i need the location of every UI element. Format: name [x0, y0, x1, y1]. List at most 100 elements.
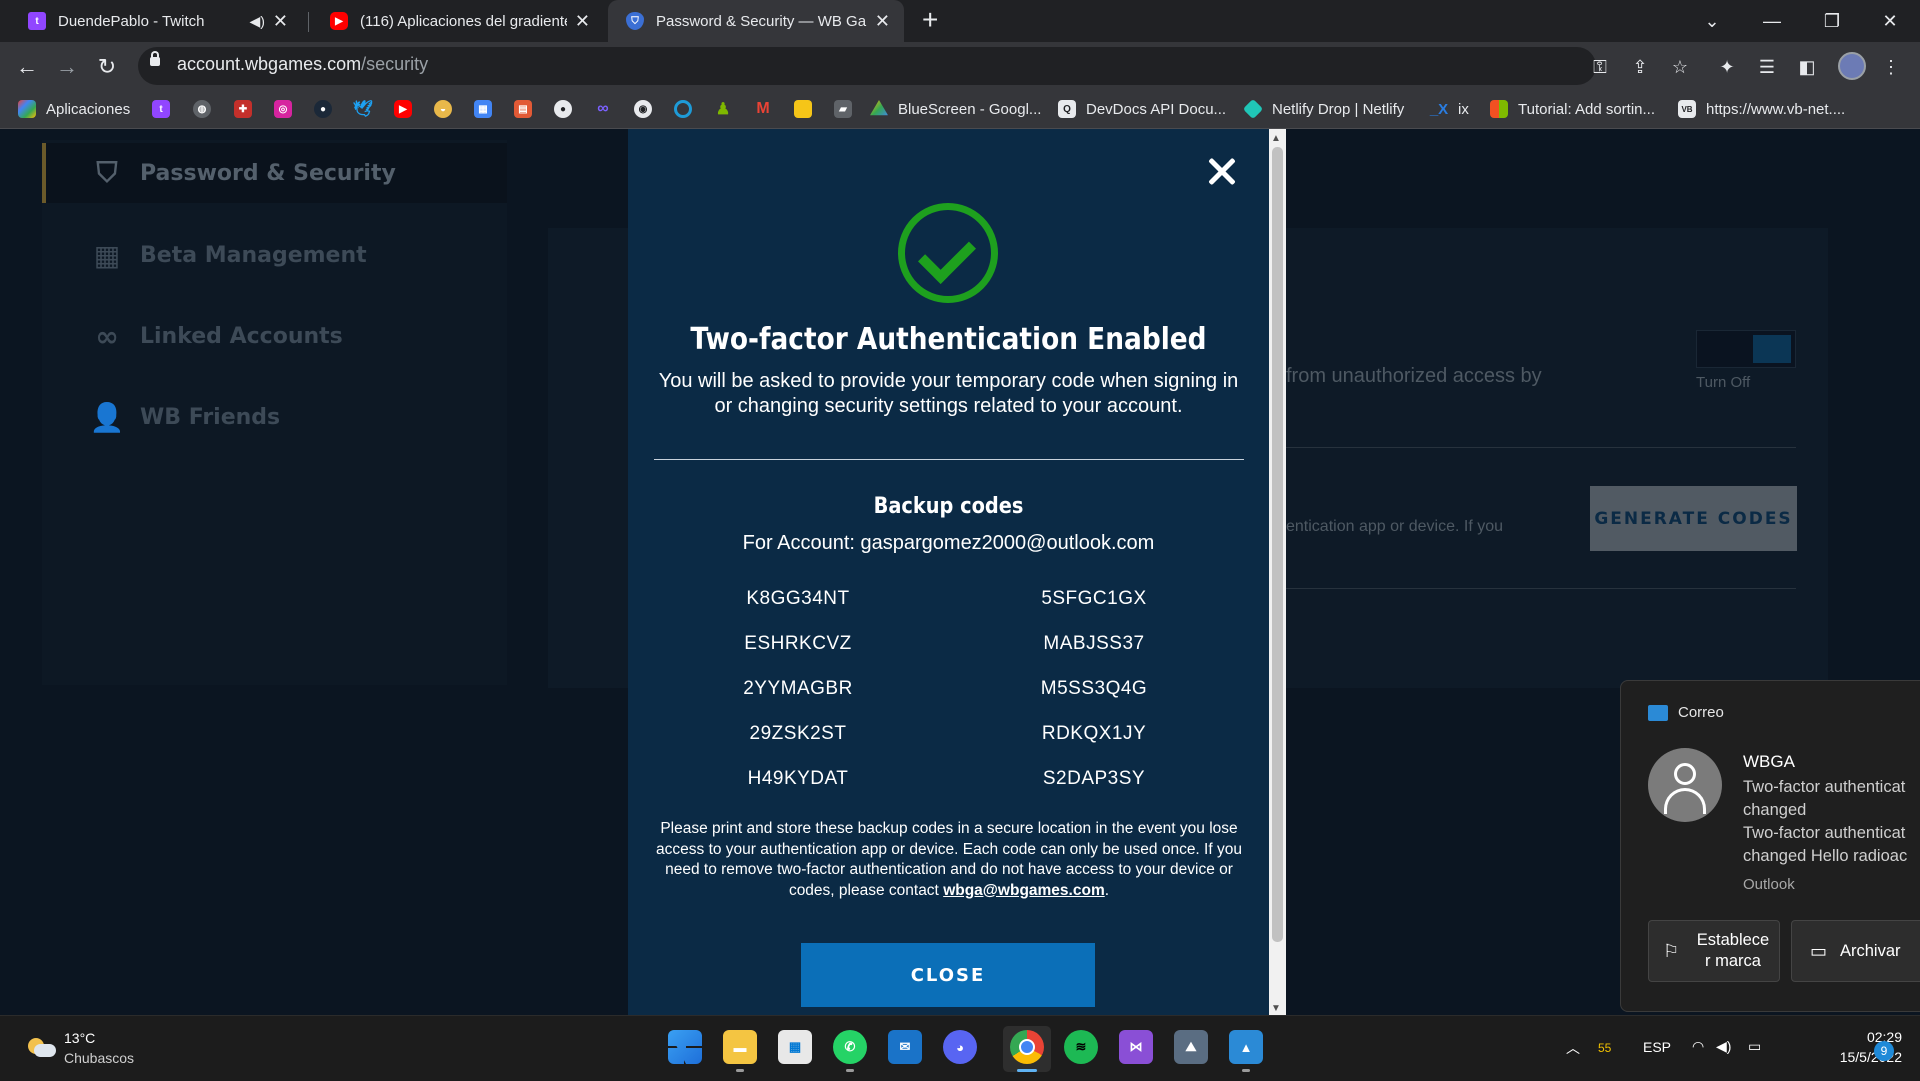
store-icon[interactable]: ▦: [778, 1030, 812, 1064]
backup-codes-note: Please print and store these backup code…: [656, 820, 1242, 899]
discord-icon[interactable]: ◕: [943, 1030, 977, 1064]
generate-codes-button[interactable]: GENERATE CODES: [1590, 486, 1797, 551]
sidebar-item-wb-friends[interactable]: 👤 WB Friends: [90, 397, 281, 437]
lock-icon[interactable]: [150, 51, 160, 66]
monitor-icon[interactable]: ⛰: [1174, 1030, 1208, 1064]
photos-icon[interactable]: ▲: [1229, 1030, 1263, 1064]
vbnet-icon: VB: [1678, 100, 1696, 118]
sidebar-item-password-security[interactable]: ⛉ Password & Security: [92, 153, 395, 193]
tray-count[interactable]: 55: [1598, 1041, 1611, 1055]
media-control-icon[interactable]: ☰: [1752, 52, 1782, 82]
github-icon[interactable]: ●: [554, 100, 572, 118]
archive-icon: ▭: [1810, 941, 1828, 961]
support-email-link[interactable]: wbga@wbgames.com: [943, 882, 1105, 899]
scroll-down-arrow-icon[interactable]: ▼: [1271, 1003, 1281, 1014]
twitch-icon[interactable]: t: [152, 100, 170, 118]
window-close-icon[interactable]: ✕: [1860, 0, 1920, 42]
gmail-icon[interactable]: M: [754, 100, 772, 118]
side-panel-icon[interactable]: ◧: [1792, 52, 1822, 82]
backup-code: K8GG34NT: [746, 588, 850, 609]
twitter-icon[interactable]: 🕊: [353, 100, 373, 118]
back-icon[interactable]: ←: [12, 52, 42, 82]
flag-icon: ⚐: [1663, 941, 1680, 961]
instagram-icon[interactable]: ◎: [274, 100, 292, 118]
sidebar-item-beta-management[interactable]: ▦ Beta Management: [92, 235, 367, 275]
bookmark-star-icon[interactable]: ☆: [1665, 52, 1695, 82]
close-tab-icon[interactable]: ✕: [875, 11, 890, 32]
menu-kebab-icon[interactable]: ⋮: [1876, 52, 1906, 82]
flag-icon[interactable]: ✚: [234, 100, 252, 118]
set-flag-button[interactable]: ⚐ Establece r marca: [1648, 920, 1780, 982]
visual-studio-icon[interactable]: ⋈: [1119, 1030, 1153, 1064]
close-tab-icon[interactable]: ✕: [273, 11, 288, 32]
whatsapp-icon[interactable]: ✆: [833, 1030, 867, 1064]
bookmark-ix[interactable]: _X ix: [1430, 96, 1469, 122]
share-icon[interactable]: ⇪: [1625, 52, 1655, 82]
steam-icon[interactable]: ●: [314, 100, 332, 118]
infinity-icon[interactable]: ∞: [594, 100, 612, 118]
bookmark-apps[interactable]: Aplicaciones: [18, 96, 130, 122]
notification-source: Outlook: [1743, 876, 1795, 893]
tab-wb-security[interactable]: ⛉ Password & Security — WB Gam ✕: [608, 0, 904, 42]
backup-code: H49KYDAT: [747, 768, 849, 789]
two-factor-toggle[interactable]: [1696, 330, 1796, 368]
bookmark-netlify[interactable]: Netlify Drop | Netlify: [1242, 96, 1404, 122]
scroll-up-arrow-icon[interactable]: ▲: [1271, 133, 1281, 144]
extensions-icon[interactable]: ✦: [1712, 52, 1742, 82]
close-tab-icon[interactable]: ✕: [575, 11, 590, 32]
coin-icon[interactable]: ◒: [434, 100, 452, 118]
toggle-knob: [1753, 335, 1791, 363]
tray-overflow-icon[interactable]: ︿: [1566, 1038, 1580, 1058]
notification-sender: WBGA: [1743, 752, 1795, 771]
notification-app: Correo: [1648, 704, 1724, 721]
weather-icon[interactable]: [26, 1030, 56, 1060]
notes-icon[interactable]: ▦: [474, 100, 492, 118]
backup-code: MABJSS37: [1043, 633, 1145, 654]
weather-temperature[interactable]: 13°C: [64, 1030, 95, 1046]
tab-youtube[interactable]: ▶ (116) Aplicaciones del gradiente ✕: [312, 0, 604, 42]
toggle-label: Turn Off: [1696, 374, 1751, 391]
key-icon[interactable]: ⚿: [1585, 52, 1615, 82]
profile-avatar[interactable]: [1838, 52, 1866, 80]
circle-logo-icon[interactable]: ◉: [634, 100, 652, 118]
tab-twitch[interactable]: t DuendePablo - Twitch ◀) ✕: [10, 0, 302, 42]
tab-search-icon[interactable]: ⌄: [1682, 0, 1742, 42]
sidebar-item-linked-accounts[interactable]: ∞ Linked Accounts: [92, 316, 342, 356]
folder-icon[interactable]: ▰: [834, 100, 852, 118]
archive-button[interactable]: ▭ Archivar: [1791, 920, 1920, 982]
speaker-icon[interactable]: ◀): [249, 13, 264, 30]
new-tab-icon[interactable]: +: [922, 4, 938, 36]
modal-close-icon[interactable]: [1202, 152, 1242, 192]
cortana-icon[interactable]: [674, 100, 692, 118]
forward-icon[interactable]: →: [52, 52, 82, 82]
scrollbar-thumb[interactable]: [1272, 147, 1283, 942]
microsoft-icon: [1490, 100, 1508, 118]
volume-icon[interactable]: ◀): [1716, 1038, 1731, 1055]
restore-icon[interactable]: ❐: [1802, 0, 1862, 42]
reload-icon[interactable]: ↻: [92, 52, 122, 82]
link-icon: ∞: [95, 319, 119, 353]
bookmark-bluescreen[interactable]: BlueScreen - Googl...: [870, 96, 1041, 122]
chrome-icon[interactable]: [1010, 1030, 1044, 1064]
bookmark-tutorial[interactable]: Tutorial: Add sortin...: [1490, 96, 1655, 122]
bookmark-devdocs[interactable]: Q DevDocs API Docu...: [1058, 96, 1226, 122]
minimize-icon[interactable]: —: [1742, 0, 1802, 42]
globe-icon[interactable]: ◍: [193, 100, 211, 118]
weather-condition[interactable]: Chubascos: [64, 1050, 134, 1066]
backup-code: ESHRKCVZ: [744, 633, 852, 654]
spotify-icon[interactable]: ≋: [1064, 1030, 1098, 1064]
store-icon[interactable]: ▤: [514, 100, 532, 118]
wifi-icon[interactable]: ◠: [1692, 1038, 1704, 1055]
chess-piece-icon[interactable]: ♟: [714, 100, 732, 118]
notification-count-badge[interactable]: 9: [1874, 1041, 1894, 1061]
file-explorer-icon[interactable]: ▬: [723, 1030, 757, 1064]
url-text[interactable]: account.wbgames.com/security: [177, 54, 428, 75]
battery-icon[interactable]: ▭: [1748, 1038, 1761, 1055]
close-button[interactable]: CLOSE: [801, 943, 1095, 1007]
language-indicator[interactable]: ESP: [1643, 1039, 1671, 1055]
bookmark-vbnet[interactable]: VB https://www.vb-net....: [1678, 96, 1845, 122]
mail-app-icon[interactable]: ✉: [888, 1030, 922, 1064]
calendar-icon: ▦: [93, 238, 121, 272]
sticky-note-icon[interactable]: [794, 100, 812, 118]
youtube-icon[interactable]: ▶: [394, 100, 412, 118]
